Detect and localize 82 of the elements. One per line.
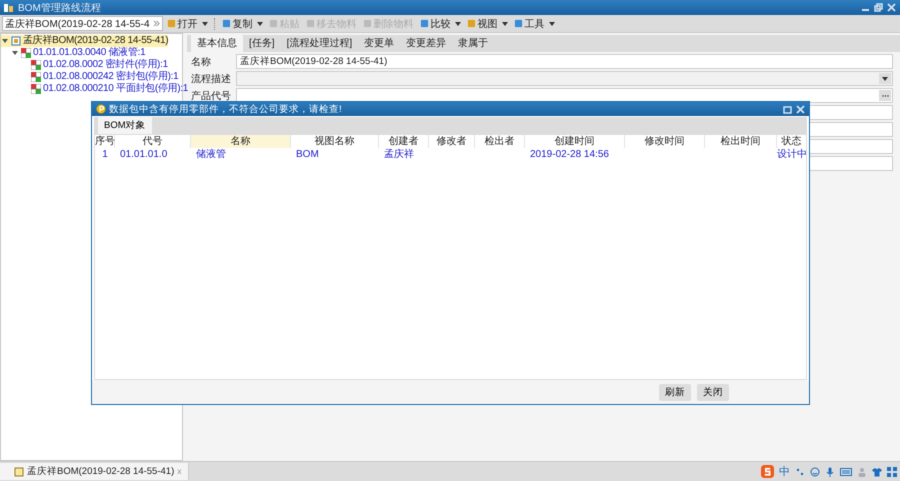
keyboard-icon[interactable] <box>840 466 852 476</box>
shirt-icon[interactable] <box>872 466 882 476</box>
caret-icon <box>256 22 263 26</box>
toolbar-button[interactable]: 比较 <box>418 16 463 30</box>
field-label: 名称 <box>191 56 212 68</box>
tab[interactable]: 基本信息 <box>191 34 243 52</box>
caret-icon <box>548 22 555 26</box>
document-icon <box>11 36 21 46</box>
tab[interactable]: 隶属于 <box>452 34 494 52</box>
dropdown-button[interactable] <box>879 73 891 84</box>
dropdown-field[interactable] <box>236 71 893 86</box>
column-header[interactable]: 检出者 <box>475 135 525 148</box>
table-cell-text: 1 <box>101 148 109 161</box>
grid-icon <box>31 84 41 94</box>
square-icon <box>514 19 523 28</box>
caret-icon <box>202 22 208 26</box>
tree-item[interactable]: 孟庆祥BOM(2019-02-28 14-55-41) <box>1 35 168 47</box>
table-cell-text: 储液管 <box>195 148 227 161</box>
tab[interactable]: 变更差异 <box>400 34 452 52</box>
dialog-title: 数据包中含有停用零部件，不符合公司要求，请检查! <box>109 102 342 116</box>
dialog-button[interactable]: 刷新 <box>659 384 691 400</box>
caret-icon <box>454 22 461 26</box>
punctuation-icon[interactable] <box>795 466 805 476</box>
dialog-button[interactable]: 关闭 <box>697 384 729 400</box>
column-header[interactable]: 序号 <box>95 135 115 148</box>
tab[interactable]: BOM对象 <box>98 117 152 134</box>
tree-item[interactable]: 01.01.01.03.0040 储液管:1 <box>1 47 146 59</box>
column-header[interactable]: 状态 <box>777 135 806 148</box>
table-cell-text: 2019-02-28 14:56 <box>529 148 610 161</box>
square-icon <box>362 19 372 28</box>
square-icon <box>420 19 429 28</box>
bom-selector[interactable]: 孟庆祥BOM(2019-02-28 14-55-4 <box>2 16 163 31</box>
column-header[interactable]: 视图名称 <box>291 135 379 148</box>
column-header[interactable]: 修改时间 <box>625 135 705 148</box>
field-label: 产品代号 <box>191 90 232 102</box>
column-header[interactable]: 名称 <box>191 135 291 148</box>
smiley-icon[interactable] <box>810 466 820 476</box>
browse-button[interactable] <box>879 90 891 101</box>
window-title: BOM管理路线流程 <box>18 2 101 14</box>
toolbar-button[interactable]: 工具 <box>512 16 557 30</box>
caret-icon <box>882 76 888 80</box>
microphone-icon[interactable] <box>825 466 835 476</box>
restore-icon[interactable] <box>874 3 883 12</box>
grid-icon[interactable] <box>887 466 897 476</box>
table-cell: 设计中 <box>777 148 807 161</box>
column-header[interactable]: 检出时间 <box>705 135 777 148</box>
square-icon <box>268 19 278 28</box>
grid-icon <box>21 48 31 58</box>
table-cell-text: 01.01.01.0 <box>119 148 168 161</box>
tab[interactable]: 变更单 <box>358 34 400 52</box>
tree-item[interactable]: 01.02.08.0002 密封件(停用):1 <box>1 59 168 71</box>
grid-icon <box>31 60 41 70</box>
caret-icon <box>502 22 508 26</box>
document-tab[interactable]: 孟庆祥BOM(2019-02-28 14-55-41) ⅹ <box>0 463 190 480</box>
square-icon <box>466 19 476 28</box>
square-icon <box>306 19 315 28</box>
column-header[interactable]: 创建者 <box>379 135 429 148</box>
field-label: 流程描述 <box>191 72 232 86</box>
column-header[interactable]: 创建时间 <box>525 135 625 148</box>
tree-item[interactable]: 01.02.08.000210 平面封包(停用):1 <box>1 83 188 95</box>
toolbar-button[interactable]: 打开 <box>164 16 210 30</box>
tab[interactable]: [流程处理过程] <box>280 34 358 52</box>
toolbar-button[interactable]: 复制 <box>220 16 265 30</box>
grid-icon <box>31 72 41 82</box>
chevron-icon[interactable] <box>152 20 160 27</box>
toolbar-button[interactable]: 视图 <box>464 16 510 30</box>
document-icon <box>14 466 24 476</box>
tree-item[interactable]: 01.02.08.000242 密封包(停用):1 <box>1 71 178 83</box>
table-cell-text: 孟庆祥 <box>383 148 415 161</box>
app-icon <box>4 2 14 12</box>
square-icon <box>166 19 176 28</box>
ime-logo-icon[interactable] <box>761 465 774 478</box>
tab[interactable]: [任务] <box>243 34 281 52</box>
table-cell-text: BOM <box>295 148 320 161</box>
input-field[interactable]: 孟庆祥BOM(2019-02-28 14-55-41) <box>236 54 893 69</box>
ime-mode[interactable]: 中 <box>779 464 790 479</box>
close-icon[interactable] <box>796 104 805 114</box>
warning-icon <box>96 104 106 114</box>
restore-icon[interactable] <box>783 104 792 114</box>
square-icon <box>222 19 231 28</box>
column-header[interactable]: 修改者 <box>429 135 475 148</box>
close-icon[interactable] <box>887 3 896 12</box>
